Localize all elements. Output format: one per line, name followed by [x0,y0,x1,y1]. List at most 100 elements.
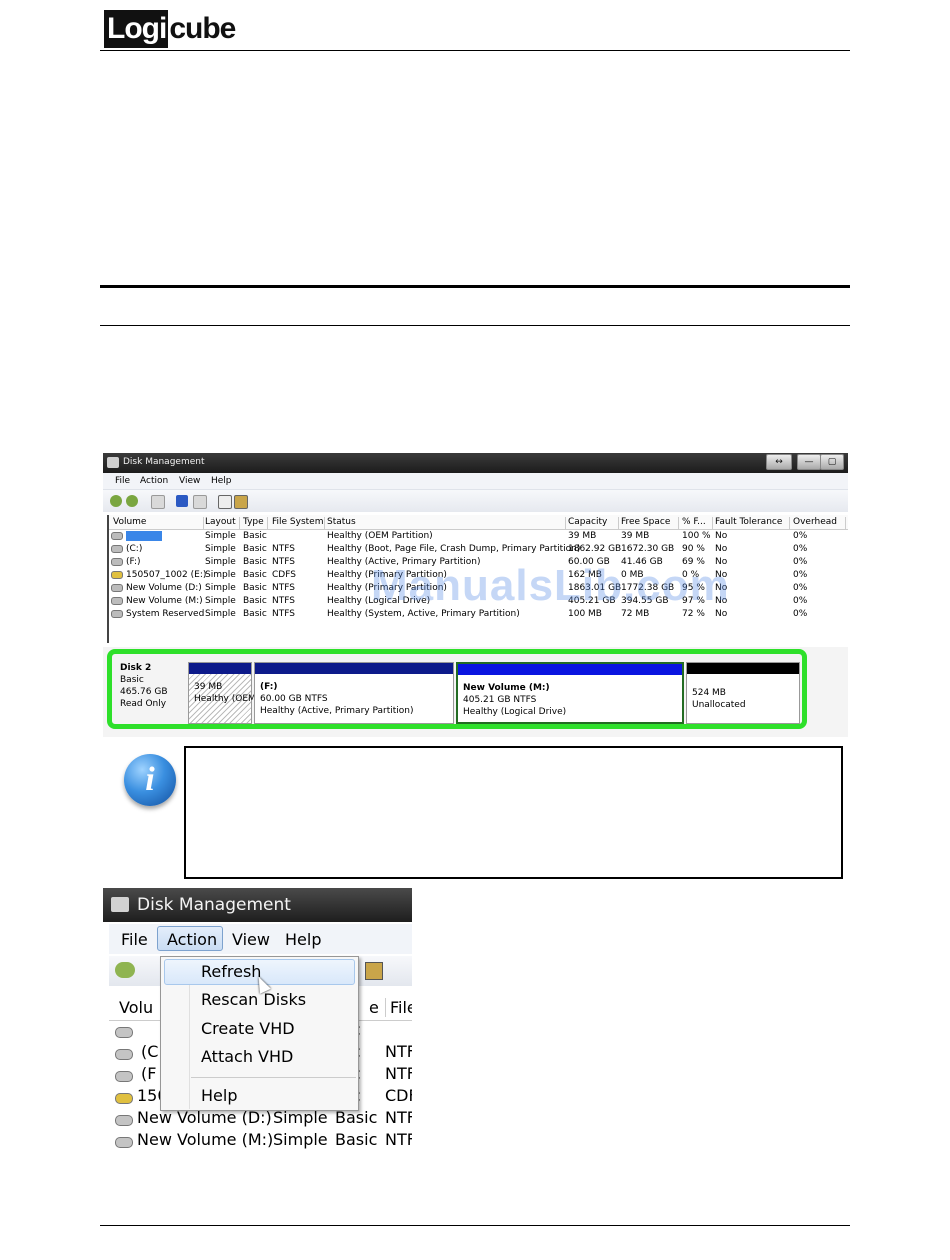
properties-icon[interactable] [151,495,165,509]
capacity-cell: 39 MB [568,531,597,541]
minimize-button[interactable]: — [797,454,821,470]
menu-view[interactable]: View [179,476,200,486]
partition-status: Unallocated [692,700,746,710]
resize-icon[interactable]: ↔ [766,454,792,470]
settings-icon[interactable] [234,495,248,509]
menu-item-create-vhd[interactable]: Create VHD [201,1019,295,1038]
layout-cell: Simple [205,609,236,619]
col-layout[interactable]: Layout [205,517,240,529]
percent-free-cell: 90 % [682,544,705,554]
menu-action[interactable]: Action [167,930,217,949]
overhead-cell: 0% [793,583,808,593]
col-type[interactable]: Type [243,517,268,529]
logo-part1: Logi [104,10,169,48]
type-cell: Basic [243,609,267,619]
help-icon[interactable] [176,495,188,507]
view-icon[interactable] [193,495,207,509]
layout-cell: Simple [273,1130,328,1149]
col-fault-tolerance[interactable]: Fault Tolerance [715,517,790,529]
drive-icon [115,1132,133,1151]
drive-icon [111,609,123,618]
menu-action[interactable]: Action [140,476,168,486]
volume-cell: (F [141,1064,157,1083]
back-arrow-icon[interactable] [115,962,135,978]
partition-bar [189,663,251,674]
menu-item-help[interactable]: Help [201,1086,237,1105]
volume-cell: (C:) [111,544,142,554]
partition-f[interactable]: (F:) 60.00 GB NTFS Healthy (Active, Prim… [254,662,454,724]
menu-view[interactable]: View [232,930,270,949]
col-file-system[interactable]: File [385,998,412,1017]
partition-oem[interactable]: 39 MB Healthy (OEM [188,662,256,724]
table-row[interactable]: Simple Basic Healthy (OEM Partition) 39 … [109,530,848,543]
partition-m[interactable]: New Volume (M:) 405.21 GB NTFS Healthy (… [456,662,684,724]
table-row[interactable]: (C:) Simple Basic NTFS Healthy (Boot, Pa… [109,543,848,556]
window-title: Disk Management [137,895,291,915]
col-type[interactable]: e [369,998,379,1017]
header-rule [100,50,850,51]
window-title: Disk Management [123,457,205,467]
col-file-system[interactable]: File System [272,517,325,529]
menu-file[interactable]: File [115,476,130,486]
disk-management-icon [111,897,129,912]
menu-item-rescan-disks[interactable]: Rescan Disks [201,990,306,1009]
forward-arrow-icon[interactable] [126,495,138,507]
col-overhead[interactable]: Overhead [793,517,846,529]
disk-size: 465.76 GB [120,687,168,697]
refresh-icon[interactable] [218,495,232,509]
type-cell: Basic [335,1130,378,1149]
volume-name: New Volume (D:) [126,583,202,593]
overhead-cell: 0% [793,570,808,580]
overhead-cell: 0% [793,531,808,541]
drive-icon [111,532,123,540]
window-titlebar: Disk Management [103,888,412,922]
back-arrow-icon[interactable] [110,495,122,507]
fs-cell: CDFS [272,570,296,580]
col-status[interactable]: Status [327,517,566,529]
menu-file[interactable]: File [121,930,148,949]
partition-bar [687,663,799,674]
percent-free-cell: 100 % [682,531,711,541]
section-rule-thick [100,285,850,288]
selected-volume-highlight [126,531,162,541]
col-volume[interactable]: Volu [119,998,153,1017]
menu-bar: File Action View Help [103,473,848,490]
logicube-logo: Logi cube [104,10,236,48]
menu-help[interactable]: Help [211,476,232,486]
fs-cell: NTF [385,1130,412,1149]
volume-name: (F:) [126,557,141,567]
capacity-cell: 1862.92 GB [568,544,622,554]
partition-unallocated[interactable]: 524 MB Unallocated [686,662,800,724]
partition-title: (F:) [260,682,278,692]
partition-size: 405.21 GB NTFS [463,695,537,705]
col-volume[interactable]: Volume [113,517,204,529]
layout-cell: Simple [205,570,236,580]
volume-cell: 150507_1002 (E:) [111,570,206,580]
list-item[interactable]: New Volume (M:) Simple Basic NTF [109,1130,412,1152]
volume-cell: New Volume (M:) [137,1130,274,1149]
free-space-cell: 1672.30 GB [621,544,675,554]
partition-size: 524 MB [692,688,726,698]
settings-icon[interactable] [365,962,383,980]
col-percent-free[interactable]: % F... [682,517,713,529]
partition-status: Healthy (OEM [194,694,256,704]
menu-help[interactable]: Help [285,930,321,949]
drive-icon [111,596,123,605]
menu-item-attach-vhd[interactable]: Attach VHD [201,1047,293,1066]
disk-2-label[interactable]: Disk 2 Basic 465.76 GB Read Only [120,662,168,710]
col-capacity[interactable]: Capacity [568,517,619,529]
menu-item-refresh[interactable]: Refresh [201,962,261,981]
disk-management-screenshot: Disk Management ↔ — ▢ File Action View H… [103,453,848,737]
toolbar [103,490,848,512]
volume-cell: (C [141,1042,159,1061]
maximize-button[interactable]: ▢ [820,454,844,470]
fs-cell: NTF [385,1064,412,1083]
cd-drive-icon [115,1088,133,1107]
layout-cell: Simple [205,557,236,567]
volume-name: New Volume (M:) [126,596,203,606]
overhead-cell: 0% [793,557,808,567]
layout-cell: Simple [205,596,236,606]
fs-cell: NTFS [272,583,295,593]
col-free-space[interactable]: Free Space [621,517,679,529]
list-item[interactable]: New Volume (D:) Simple Basic NTF [109,1108,412,1130]
